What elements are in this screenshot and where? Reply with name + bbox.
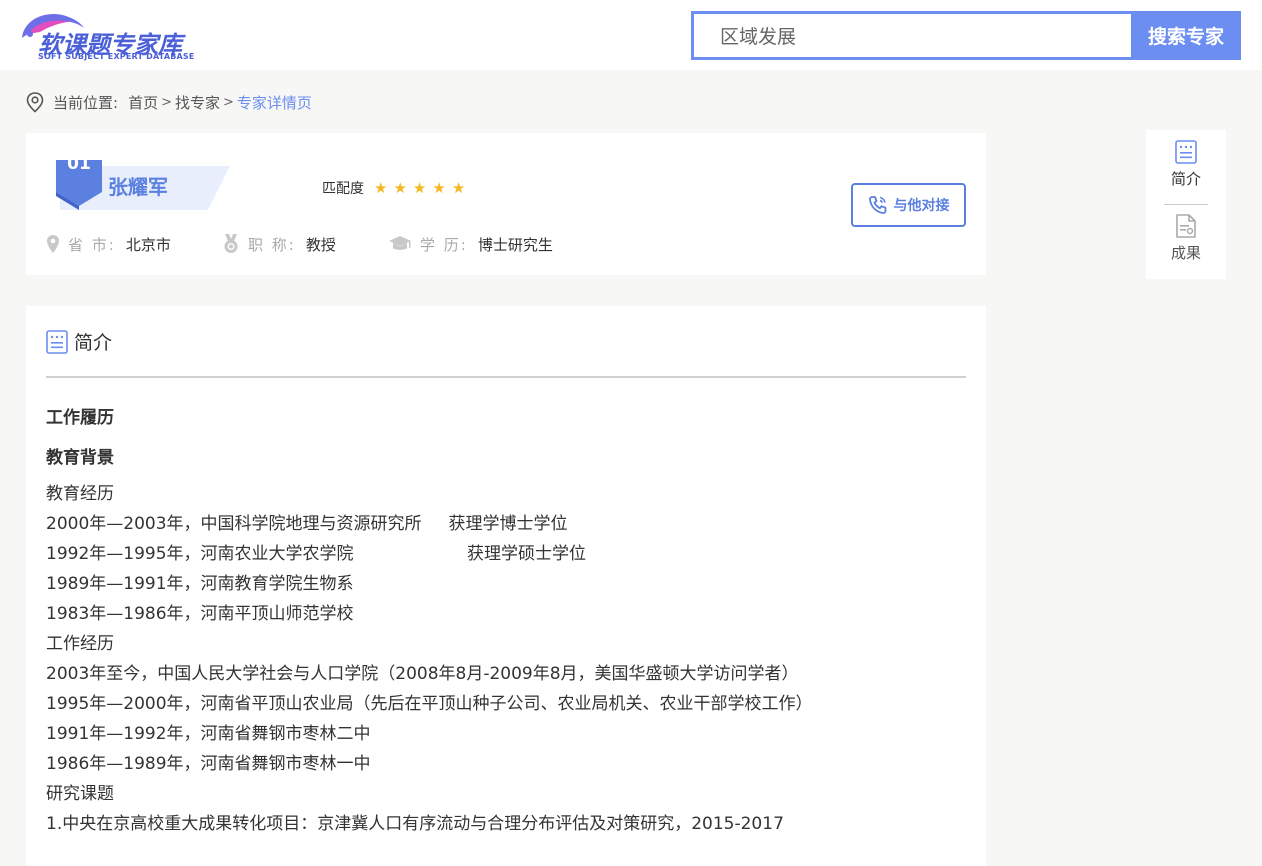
header: 软课题专家库 SOFT SUBJECT EXPERT DATABASE 搜索专家 [0, 0, 1262, 70]
graduation-cap-icon [389, 236, 411, 250]
side-nav-divider [1164, 204, 1208, 205]
breadcrumb-home[interactable]: 首页 [128, 92, 158, 113]
contact-button[interactable]: 与他对接 [851, 183, 966, 227]
intro-line: 1995年—2000年，河南省平顶山农业局（先后在平顶山种子公司、农业局机关、农… [46, 694, 813, 714]
breadcrumb: 当前位置: 首页 > 找专家 > 专家详情页 [25, 90, 312, 114]
intro-doc-icon [1175, 140, 1197, 164]
intro-line: 1986年—1989年，河南省舞钢市枣林一中 [46, 754, 371, 774]
breadcrumb-separator: > [161, 94, 172, 110]
degree-value: 博士研究生 [477, 235, 553, 254]
side-nav-intro-label: 简介 [1170, 170, 1201, 188]
star-icon: ★ [393, 179, 407, 197]
education-heading: 教育背景 [46, 448, 114, 468]
intro-line: 1983年—1986年，河南平顶山师范学校 [46, 604, 354, 624]
search-box: 搜索专家 [691, 11, 1241, 60]
province-label: 省 市: [68, 235, 116, 254]
work-history-heading: 工作履历 [46, 408, 114, 428]
intro-line: 2003年至今，中国人民大学社会与人口学院（2008年8月-2009年8月，美国… [46, 664, 799, 684]
search-button[interactable]: 搜索专家 [1131, 11, 1241, 60]
intro-line: 1.中央在京高校重大成果转化项目：京津冀人口有序流动与合理分布评估及对策研究，2… [46, 814, 784, 834]
degree-label: 学 历: [420, 235, 468, 254]
province-value: 北京市 [125, 235, 171, 254]
expert-card: 01 张耀军 匹配度 ★ ★ ★ ★ ★ 与他对接 省 市: 北京市 职 称: … [26, 133, 986, 275]
search-input[interactable] [694, 14, 1134, 57]
intro-line: 1989年—1991年，河南教育学院生物系 [46, 574, 354, 594]
contact-button-label: 与他对接 [893, 198, 950, 214]
star-icon: ★ [432, 179, 446, 197]
info-province: 省 市: 北京市 [46, 231, 171, 257]
side-nav-results-label: 成果 [1170, 244, 1201, 262]
info-title: 职 称: 教授 [222, 231, 336, 257]
intro-heading: 简介 [74, 332, 113, 354]
intro-line: 1991年—1992年，河南省舞钢市枣林二中 [46, 724, 371, 744]
site-logo[interactable]: 软课题专家库 SOFT SUBJECT EXPERT DATABASE [18, 8, 218, 64]
section-divider [46, 376, 966, 378]
breadcrumb-current: 专家详情页 [236, 93, 312, 112]
star-icon: ★ [412, 179, 427, 197]
expert-name: 张耀军 [108, 175, 168, 199]
match-label: 匹配度 [322, 181, 364, 197]
breadcrumb-find-expert[interactable]: 找专家 [175, 92, 220, 113]
match-stars: ★ ★ ★ ★ ★ [374, 179, 471, 197]
intro-section-title: 简介 [46, 328, 112, 355]
star-icon: ★ [374, 179, 388, 197]
star-icon: ★ [451, 179, 466, 197]
breadcrumb-prefix: 当前位置: [53, 93, 119, 112]
side-nav-results[interactable]: 成果 [1146, 214, 1226, 263]
side-nav: 简介 成果 [1146, 130, 1226, 279]
side-nav-intro[interactable]: 简介 [1146, 140, 1226, 189]
phone-icon [868, 196, 886, 214]
expert-name-ribbon: 01 张耀军 [56, 154, 231, 210]
title-label: 职 称: [248, 235, 296, 254]
intro-doc-icon [46, 329, 68, 354]
location-icon [47, 235, 59, 253]
match-score: 匹配度 ★ ★ ★ ★ ★ [322, 178, 471, 198]
title-value: 教授 [305, 235, 336, 254]
info-degree: 学 历: 博士研究生 [388, 231, 553, 257]
results-doc-icon [1176, 214, 1196, 238]
intro-line: 1992年—1995年，河南农业大学农学院 获理学硕士学位 [46, 544, 587, 564]
intro-line: 工作经历 [46, 634, 114, 654]
medal-icon [224, 234, 238, 253]
logo-subtitle: SOFT SUBJECT EXPERT DATABASE [38, 52, 195, 61]
location-pin-icon [26, 92, 44, 113]
intro-card: 简介 工作履历 教育背景 教育经历 2000年—2003年，中国科学院地理与资源… [26, 306, 986, 866]
intro-content: 教育经历 2000年—2003年，中国科学院地理与资源研究所 获理学博士学位 1… [46, 479, 813, 839]
rank-badge: 01 [67, 154, 91, 174]
intro-line: 教育经历 [46, 484, 114, 504]
intro-line: 研究课题 [46, 784, 114, 804]
breadcrumb-separator: > [223, 94, 234, 110]
intro-line: 2000年—2003年，中国科学院地理与资源研究所 获理学博士学位 [46, 514, 568, 534]
